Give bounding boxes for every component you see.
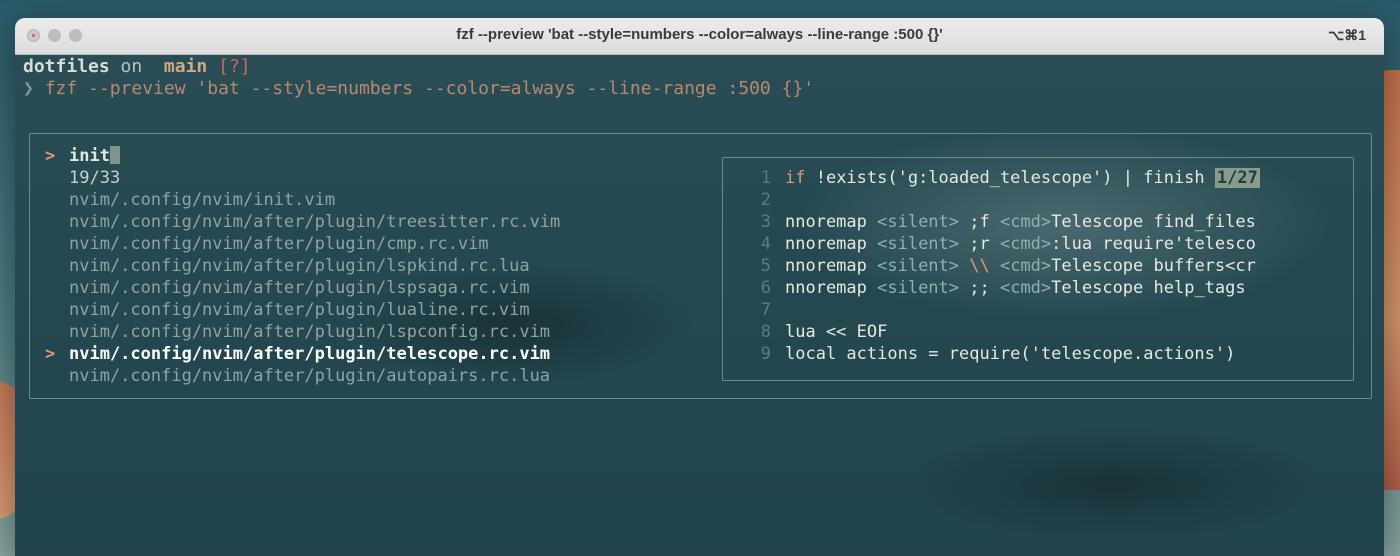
- preview-scroll-position: 1/27: [1214, 168, 1260, 188]
- preview-line: 2: [760, 190, 771, 210]
- preview-line: 1 if !exists('g:loaded_telescope') | fini…: [760, 168, 1260, 188]
- fzf-finder: > init 19/33 nvim/.config/nvim/init.vim n…: [29, 133, 1372, 399]
- prompt-chevron-icon: ❯: [23, 78, 34, 99]
- preview-line: 8 lua << EOF: [760, 322, 888, 342]
- fzf-query-input[interactable]: init: [69, 146, 110, 166]
- prompt-git-status: [?]: [218, 56, 251, 77]
- preview-line: 4 nnoremap <silent> ;r <cmd>:lua require'…: [760, 234, 1256, 254]
- preview-line: 6 nnoremap <silent> ;; <cmd>Telescope hel…: [760, 278, 1246, 298]
- title-bar[interactable]: fzf --preview 'bat --style=numbers --col…: [15, 18, 1384, 55]
- prompt-branch: main: [163, 56, 208, 77]
- fzf-result-item[interactable]: nvim/.config/nvim/init.vim: [45, 189, 335, 211]
- fzf-result-item[interactable]: nvim/.config/nvim/after/plugin/cmp.rc.vi…: [45, 233, 489, 255]
- fzf-result-item-selected[interactable]: > nvim/.config/nvim/after/plugin/telescop…: [45, 343, 550, 365]
- prompt-on-label: on: [120, 56, 143, 77]
- preview-line: 7: [760, 300, 771, 320]
- fzf-selection-marker: >: [45, 344, 56, 364]
- preview-line: 3 nnoremap <silent> ;f <cmd>Telescope fin…: [760, 212, 1256, 232]
- text-cursor: [109, 146, 120, 164]
- fzf-match-count: 19/33: [69, 168, 121, 188]
- fzf-result-item[interactable]: nvim/.config/nvim/after/plugin/lspconfig…: [45, 321, 550, 343]
- fzf-match-count-line: 19/33: [45, 167, 120, 189]
- window-title: fzf --preview 'bat --style=numbers --col…: [456, 26, 943, 43]
- preview-line: 9 local actions = require('telescope.acti…: [760, 344, 1236, 364]
- terminal-window: fzf --preview 'bat --style=numbers --col…: [15, 18, 1384, 556]
- fzf-prompt-marker: >: [45, 146, 56, 166]
- fzf-result-item[interactable]: nvim/.config/nvim/after/plugin/lspsaga.r…: [45, 277, 530, 299]
- shell-command: fzf --preview 'bat --style=numbers --col…: [44, 78, 815, 99]
- shell-prompt: dotfiles on main [?]: [23, 56, 251, 78]
- fzf-query-line[interactable]: > init: [45, 145, 120, 167]
- shell-command-line: ❯ fzf --preview 'bat --style=numbers --c…: [23, 78, 814, 100]
- fzf-result-item[interactable]: nvim/.config/nvim/after/plugin/autopairs…: [45, 365, 550, 387]
- preview-line: 5 nnoremap <silent> \\ <cmd>Telescope buf…: [760, 256, 1256, 276]
- fzf-result-item[interactable]: nvim/.config/nvim/after/plugin/lualine.r…: [45, 299, 530, 321]
- fzf-result-item[interactable]: nvim/.config/nvim/after/plugin/lspkind.r…: [45, 255, 530, 277]
- window-shortcut: ⌥⌘1: [1328, 27, 1366, 43]
- fzf-result-item[interactable]: nvim/.config/nvim/after/plugin/treesitte…: [45, 211, 560, 233]
- fzf-preview-pane[interactable]: 1 if !exists('g:loaded_telescope') | fini…: [722, 157, 1354, 381]
- prompt-directory: dotfiles: [23, 56, 110, 77]
